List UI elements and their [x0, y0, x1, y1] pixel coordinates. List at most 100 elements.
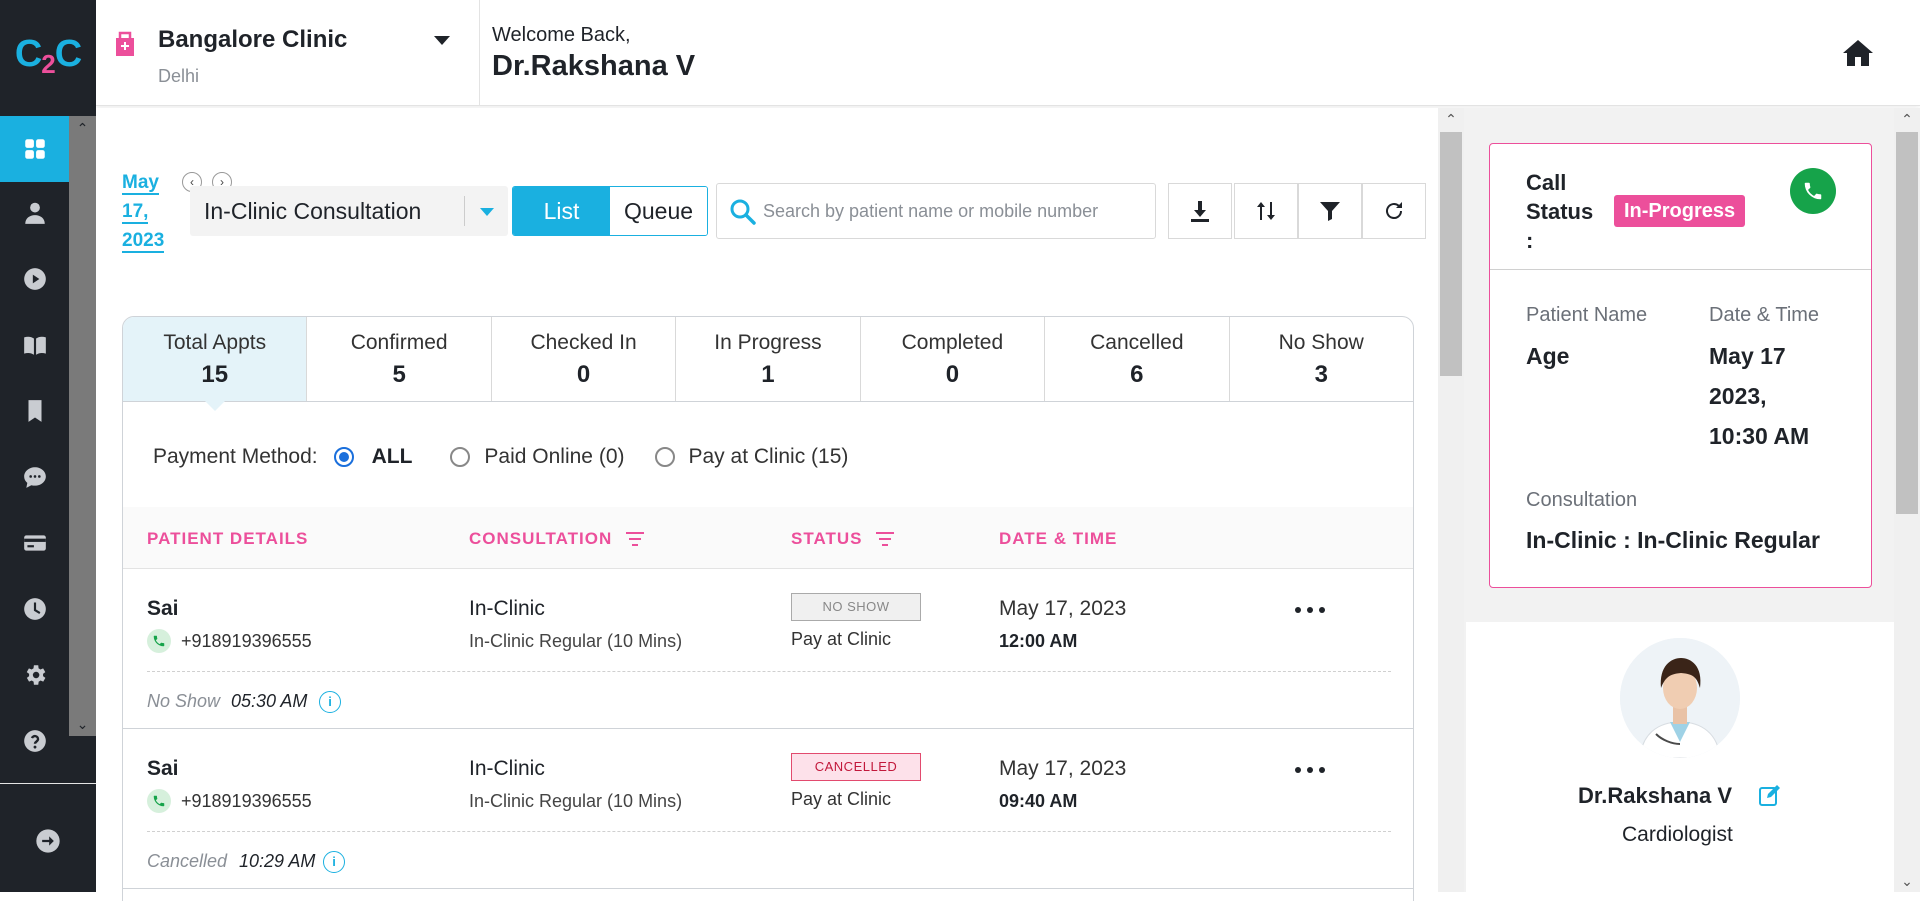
- caret-down-icon[interactable]: [434, 36, 450, 45]
- table-header: PATIENT DETAILS CONSULTATION STATUS DATE…: [123, 507, 1413, 569]
- info-icon[interactable]: i: [323, 851, 345, 873]
- sidebar-divider: [0, 783, 96, 784]
- sidebar-item-payments[interactable]: [0, 510, 69, 576]
- radio-all[interactable]: [333, 447, 354, 467]
- status-note-label: No Show: [147, 691, 221, 711]
- sidebar-item-messages[interactable]: [0, 444, 69, 510]
- status-note-time: 05:30 AM: [231, 691, 308, 711]
- queue-view-button[interactable]: Queue: [610, 187, 707, 235]
- refresh-icon: [1386, 202, 1402, 219]
- consultation-desc: In-Clinic Regular (10 Mins): [469, 791, 683, 811]
- stat-confirmed[interactable]: Confirmed 5: [307, 317, 492, 401]
- refresh-button[interactable]: [1362, 183, 1426, 239]
- radio-paid-online-label[interactable]: Paid Online (0): [484, 445, 624, 469]
- call-button[interactable]: [1790, 168, 1836, 214]
- stat-cancelled[interactable]: Cancelled 6: [1045, 317, 1230, 401]
- home-icon[interactable]: [1842, 38, 1874, 68]
- sort-icon: [1257, 202, 1275, 220]
- chevron-down-icon[interactable]: ⌄: [69, 712, 96, 736]
- gear-icon: [26, 665, 45, 685]
- chevron-up-icon[interactable]: ⌃: [1438, 108, 1464, 130]
- patient-name: Sai: [147, 757, 179, 780]
- filter-icon: [1320, 202, 1340, 221]
- sidebar-item-bookmarks[interactable]: [0, 378, 69, 444]
- view-toggle: List Queue: [512, 186, 708, 236]
- sidebar-item-settings[interactable]: [0, 642, 69, 708]
- stat-in-progress[interactable]: In Progress 1: [676, 317, 861, 401]
- status-badge: CANCELLED: [791, 753, 921, 781]
- stat-checked-in[interactable]: Checked In 0: [492, 317, 677, 401]
- sidebar-item-library[interactable]: [0, 312, 69, 378]
- right-panel-scrollbar[interactable]: ⌃ ⌄: [1894, 108, 1920, 892]
- profile-doctor-name: Dr.Rakshana V: [1578, 783, 1733, 808]
- chevron-down-icon[interactable]: ⌄: [1894, 870, 1920, 892]
- consultation-label: Consultation: [1526, 489, 1638, 511]
- consultation-type: In-Clinic: [469, 597, 545, 620]
- patient-name-label: Patient Name: [1526, 304, 1648, 326]
- sidebar-item-history[interactable]: [0, 576, 69, 642]
- sidebar-item-profile[interactable]: [0, 180, 69, 246]
- stat-total-appts[interactable]: Total Appts 15: [123, 317, 308, 411]
- download-button[interactable]: [1168, 183, 1232, 239]
- search-input[interactable]: [763, 194, 1143, 228]
- play-icon: [23, 268, 46, 290]
- header-patient-details: PATIENT DETAILS: [147, 529, 309, 548]
- chevron-up-icon[interactable]: ⌃: [1894, 108, 1920, 130]
- main-scrollbar[interactable]: ⌃: [1438, 108, 1464, 892]
- patient-phone: +918919396555: [181, 791, 312, 811]
- radio-pay-at-clinic-label[interactable]: Pay at Clinic (15): [689, 445, 849, 469]
- appointment-stats: Total Appts 15 Confirmed 5 Checked In 0 In …: [122, 316, 1414, 411]
- welcome-text: Welcome Back,: [492, 24, 631, 46]
- call-date-time: May 17 2023, 10:30 AM: [1709, 343, 1810, 449]
- appointment-list: Payment Method: ALL Paid Online (0) Pay …: [122, 401, 1414, 901]
- appointment-time: 09:40 AM: [999, 791, 1078, 811]
- app-logo[interactable]: C2C: [0, 0, 96, 108]
- phone-icon[interactable]: [147, 629, 171, 653]
- sidebar-item-dashboard[interactable]: [0, 116, 69, 182]
- chat-icon: [23, 467, 46, 488]
- sidebar-scrollbar[interactable]: ⌃ ⌄: [69, 116, 96, 736]
- filter-lines-icon[interactable]: [626, 531, 645, 547]
- clinic-selector[interactable]: Bangalore Clinic Delhi: [96, 0, 480, 106]
- radio-pay-at-clinic[interactable]: [654, 447, 675, 467]
- header-status[interactable]: STATUS: [791, 529, 895, 549]
- radio-all-label[interactable]: ALL: [372, 445, 413, 469]
- consultation-value: In-Clinic : In-Clinic Regular: [1526, 527, 1820, 553]
- dashboard-icon: [24, 139, 45, 159]
- date-picker[interactable]: May 17, 2023: [122, 168, 178, 255]
- payment-method-label: Payment Method:: [153, 445, 318, 468]
- avatar: [1620, 638, 1740, 758]
- search-icon: [730, 199, 756, 225]
- status-badge: In-Progress: [1614, 195, 1746, 227]
- sidebar-item-help[interactable]: [0, 708, 69, 774]
- consultation-type-select[interactable]: In-Clinic Consultation: [190, 186, 508, 236]
- list-view-button[interactable]: List: [513, 187, 610, 235]
- doctor-name: Dr.Rakshana V: [492, 50, 696, 82]
- filter-lines-icon[interactable]: [876, 531, 895, 547]
- stat-completed[interactable]: Completed 0: [861, 317, 1046, 401]
- edit-icon[interactable]: [1758, 784, 1782, 808]
- header-consultation[interactable]: CONSULTATION: [469, 529, 645, 549]
- more-options-icon[interactable]: [1295, 763, 1325, 777]
- clock-icon: [23, 598, 46, 620]
- patient-phone: +918919396555: [181, 631, 312, 651]
- table-row[interactable]: Sai +918919396555 In-Clinic In-Clinic Re…: [123, 569, 1413, 729]
- more-options-icon[interactable]: [1295, 603, 1325, 617]
- sidebar-item-media[interactable]: [0, 246, 69, 312]
- sort-button[interactable]: [1234, 183, 1298, 239]
- filter-button[interactable]: [1298, 183, 1362, 239]
- table-row[interactable]: Sai +918919396555 In-Clinic In-Clinic Re…: [123, 729, 1413, 889]
- patient-name: Sai: [147, 597, 179, 620]
- status-badge: NO SHOW: [791, 593, 921, 621]
- phone-icon[interactable]: [147, 789, 171, 813]
- call-status-card: Call Status : In-Progress Patient Name A…: [1489, 143, 1872, 588]
- stat-no-show[interactable]: No Show 3: [1230, 317, 1413, 401]
- logout-icon: [36, 829, 60, 853]
- bookmark-icon: [28, 400, 41, 422]
- appointment-date: May 17, 2023: [999, 757, 1127, 780]
- help-icon: [23, 730, 46, 752]
- logout-button[interactable]: [0, 808, 96, 874]
- chevron-up-icon[interactable]: ⌃: [69, 116, 96, 140]
- info-icon[interactable]: i: [319, 691, 341, 713]
- radio-paid-online[interactable]: [450, 447, 471, 467]
